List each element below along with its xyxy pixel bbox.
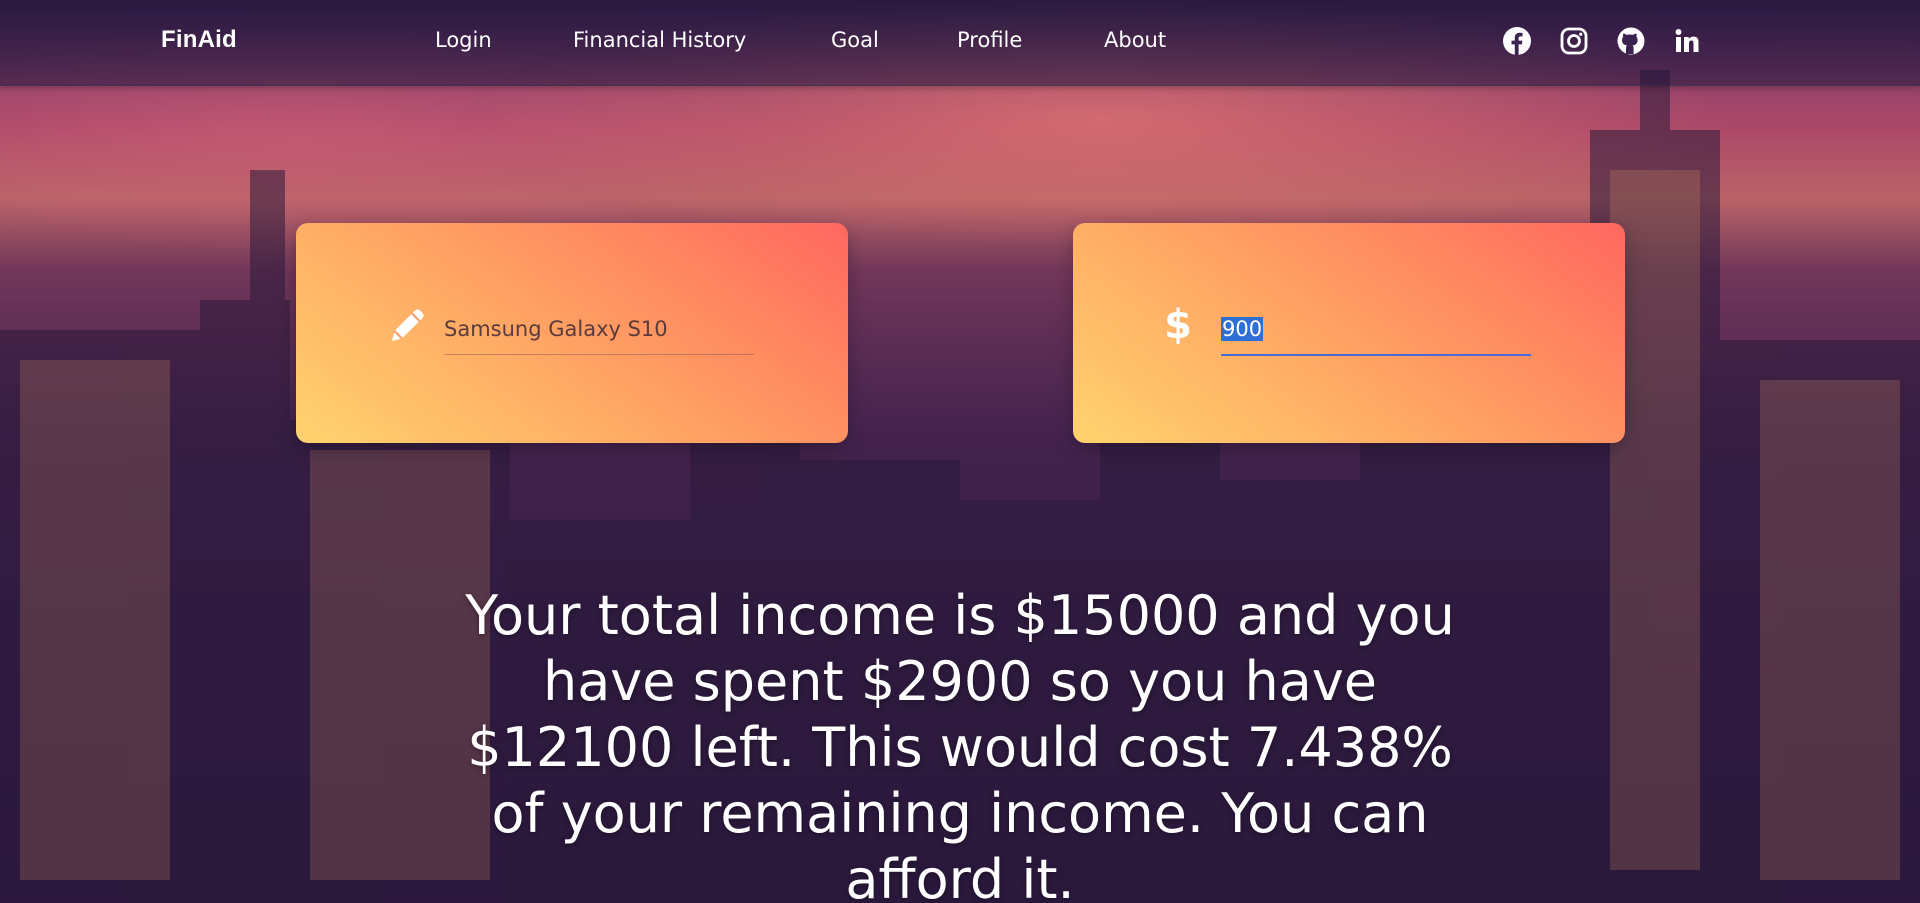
nav-link-about[interactable]: About — [1104, 28, 1166, 52]
nav-link-profile[interactable]: Profile — [957, 28, 1022, 52]
nav-link-login[interactable]: Login — [435, 28, 492, 52]
navbar: FinAid Login Financial History Goal Prof… — [0, 0, 1920, 86]
brand-logo[interactable]: FinAid — [161, 26, 237, 54]
price-card: $ 900 — [1073, 223, 1625, 443]
item-name-input[interactable] — [444, 312, 754, 346]
item-card — [296, 223, 848, 443]
price-input-selected-text: 900 — [1221, 317, 1264, 341]
github-icon[interactable] — [1615, 25, 1647, 57]
instagram-icon[interactable] — [1558, 25, 1590, 57]
dollar-icon: $ — [1163, 302, 1193, 351]
svg-text:$: $ — [1164, 303, 1192, 347]
price-focus-underline — [1221, 354, 1531, 356]
nav-link-goal[interactable]: Goal — [831, 28, 879, 52]
item-name-underline — [444, 354, 754, 355]
affordability-message: Your total income is $15000 and you have… — [465, 584, 1455, 903]
price-input[interactable]: 900 — [1221, 312, 1531, 346]
nav-link-financial-history[interactable]: Financial History — [573, 28, 746, 52]
facebook-icon[interactable] — [1501, 25, 1533, 57]
pencil-icon — [388, 305, 428, 349]
linkedin-icon[interactable] — [1671, 25, 1703, 57]
